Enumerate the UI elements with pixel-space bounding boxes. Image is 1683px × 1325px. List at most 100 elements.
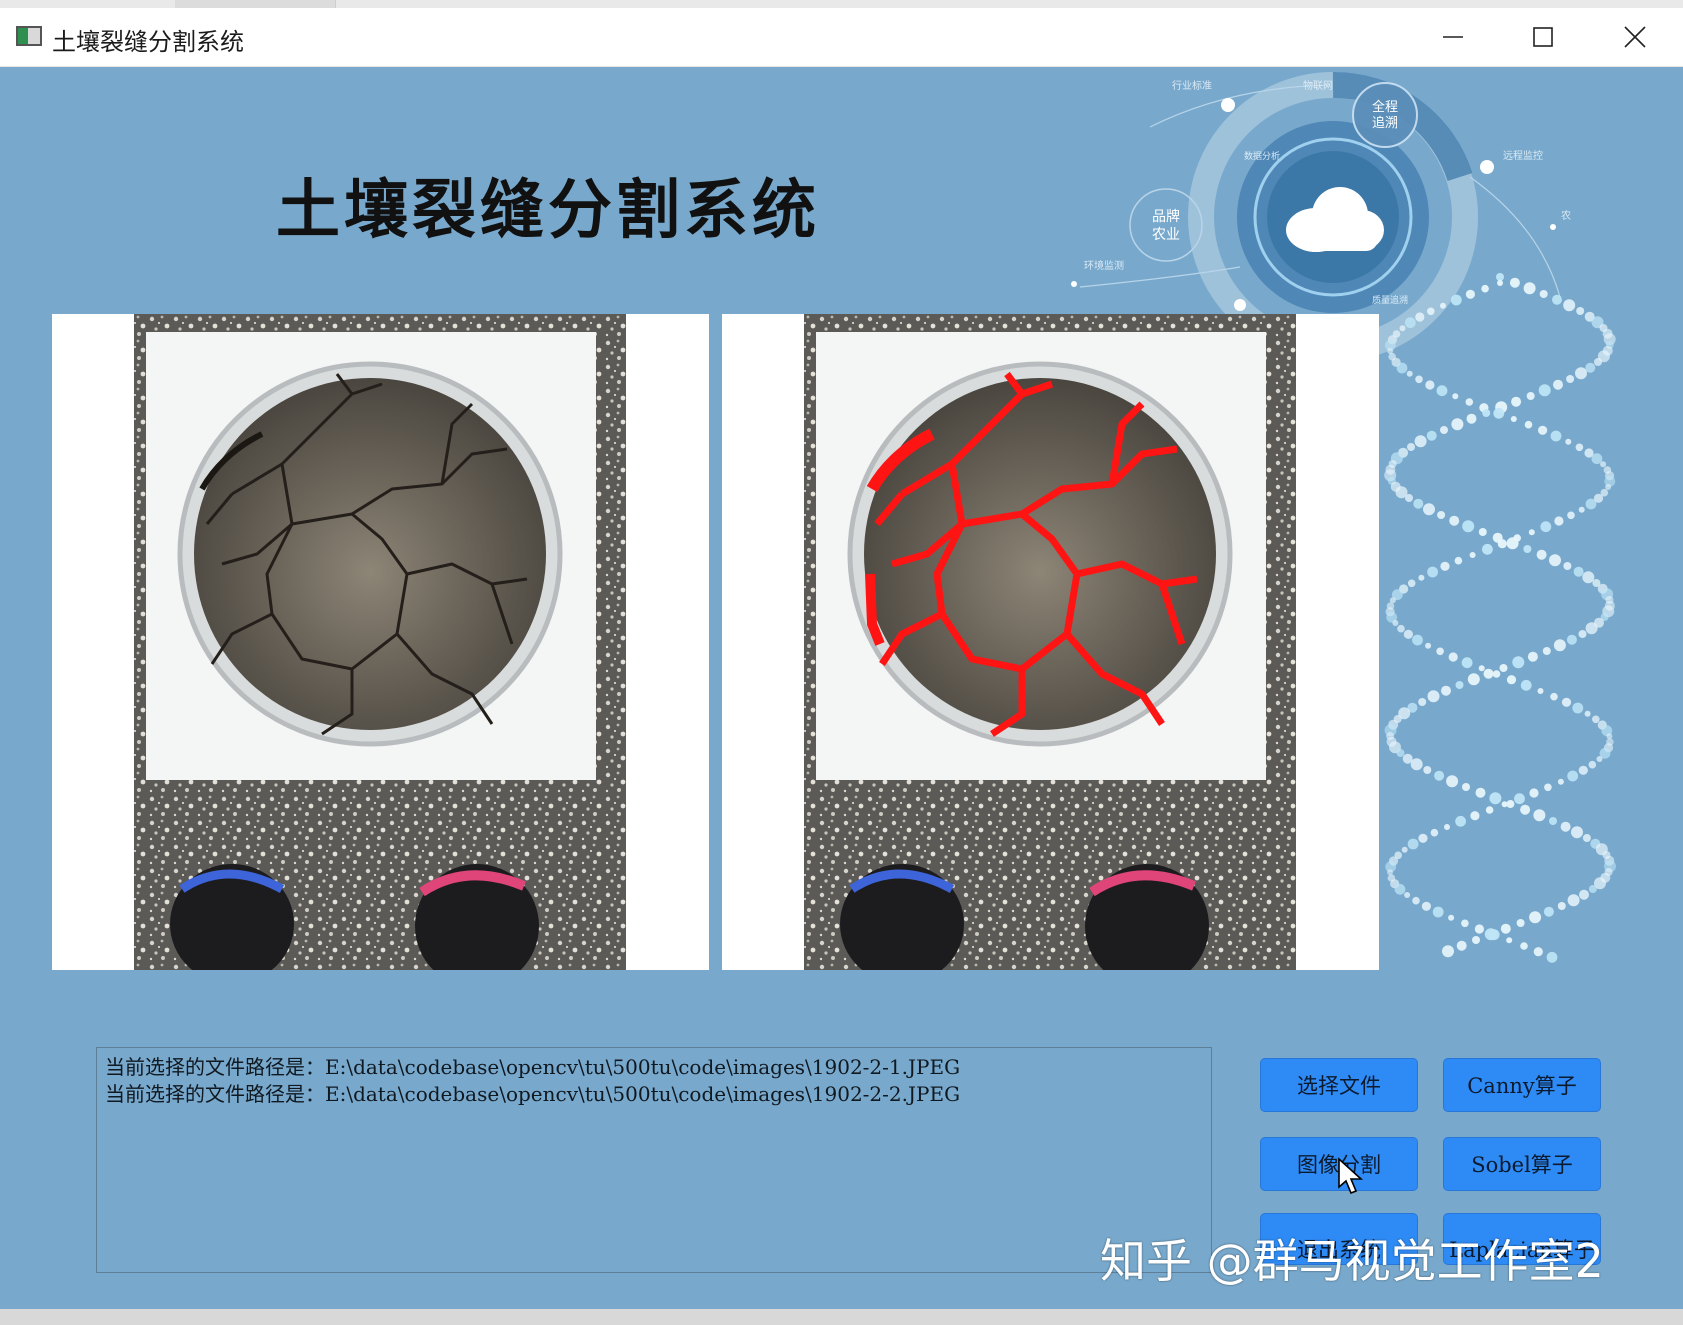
helix-dot — [1482, 409, 1491, 417]
helix-dot — [1526, 392, 1535, 400]
minimize-icon — [1443, 36, 1463, 38]
sobel-button[interactable]: Sobel算子 — [1443, 1137, 1601, 1191]
helix-dot — [1437, 511, 1446, 519]
helix-dot — [1399, 325, 1406, 332]
title-bar[interactable]: 土壤裂缝分割系统 — [0, 8, 1683, 67]
dna-helix-graphic — [1384, 273, 1616, 963]
decor-label-standard: 行业标准 — [1172, 79, 1212, 92]
helix-dot — [1449, 515, 1460, 526]
minimize-button[interactable] — [1408, 8, 1498, 66]
helix-dot — [1549, 817, 1557, 825]
helix-dot — [1582, 571, 1595, 584]
decor-label-data: 数据分析 — [1244, 150, 1280, 162]
helix-dot — [1511, 396, 1522, 407]
helix-dot — [1455, 815, 1466, 827]
helix-dot — [1537, 688, 1544, 694]
helix-dot — [1436, 385, 1448, 397]
helix-dot — [1472, 936, 1480, 944]
helix-dot — [1440, 561, 1450, 571]
helix-dot — [1434, 770, 1445, 781]
decor-label-env: 环境监测 — [1084, 259, 1124, 272]
helix-dot — [1605, 484, 1612, 490]
helix-dot — [1582, 834, 1591, 842]
bottom-strip — [0, 1309, 1683, 1325]
helix-dot — [1538, 425, 1548, 435]
helix-dot — [1403, 629, 1413, 639]
maximize-button[interactable] — [1498, 8, 1588, 66]
helix-dot — [1571, 826, 1583, 839]
center-badge-line1: 全程 — [1372, 99, 1398, 115]
helix-dot — [1543, 906, 1554, 917]
helix-dot — [1462, 520, 1475, 533]
helix-dot — [1527, 651, 1538, 662]
helix-dot — [1418, 833, 1428, 843]
helix-dot — [1516, 919, 1525, 927]
helix-dot — [1430, 828, 1439, 837]
helix-dot — [1550, 692, 1558, 701]
helix-dot — [1591, 453, 1603, 465]
helix-dot — [1436, 647, 1444, 656]
original-soil-image — [134, 314, 626, 970]
helix-dot — [1539, 290, 1548, 298]
helix-dot — [1575, 443, 1584, 452]
helix-dot — [1557, 778, 1564, 785]
helix-dot — [1553, 379, 1563, 390]
helix-dot — [1418, 698, 1427, 706]
top-strip — [0, 0, 1683, 8]
helix-dot — [1536, 549, 1547, 560]
app-icon — [16, 26, 42, 46]
helix-dot — [1588, 885, 1597, 893]
helix-dot — [1573, 566, 1584, 577]
helix-dot — [1401, 846, 1408, 853]
helix-dot — [1413, 498, 1424, 509]
helix-dot — [1484, 928, 1497, 941]
helix-dot — [1426, 430, 1437, 441]
helix-dot — [1550, 430, 1562, 442]
helix-dot — [1514, 793, 1525, 805]
close-icon — [1624, 26, 1646, 48]
helix-dot — [1497, 280, 1503, 286]
helix-dot — [1578, 506, 1585, 513]
helix-dot — [1565, 438, 1572, 445]
helix-dot — [1418, 574, 1425, 581]
helix-dot — [1510, 416, 1517, 422]
select-file-button[interactable]: 选择文件 — [1260, 1058, 1418, 1112]
helix-dot — [1441, 685, 1451, 696]
helix-dot — [1406, 370, 1413, 377]
helix-dot — [1546, 951, 1558, 963]
helix-dot — [1578, 630, 1587, 638]
original-image-panel — [52, 314, 709, 970]
helix-dot — [1475, 787, 1486, 798]
helix-dot — [1465, 289, 1475, 299]
helix-dot — [1592, 715, 1600, 724]
helix-dot — [1442, 945, 1454, 958]
helix-dot — [1523, 545, 1532, 553]
helix-dot — [1533, 809, 1546, 822]
helix-dot — [1466, 413, 1477, 424]
helix-dot — [1567, 770, 1579, 782]
helix-dot — [1452, 393, 1459, 400]
helix-dot — [1506, 675, 1517, 685]
helix-dot — [1405, 494, 1413, 502]
helix-dot — [1444, 824, 1450, 830]
helix-dot — [1584, 710, 1591, 717]
segmented-image-panel — [722, 314, 1379, 970]
helix-dot — [1540, 521, 1552, 533]
file-path-log[interactable]: 当前选择的文件路径是：E:\data\codebase\opencv\tu\50… — [96, 1047, 1212, 1273]
helix-dot — [1485, 806, 1494, 814]
helix-dot — [1520, 679, 1532, 691]
helix-dot — [1509, 277, 1520, 288]
center-badge-line2: 追溯 — [1372, 115, 1398, 131]
close-button[interactable] — [1590, 8, 1680, 66]
helix-dot — [1427, 690, 1440, 703]
background-tab — [175, 0, 336, 8]
helix-dot — [1462, 783, 1470, 791]
helix-dot — [1448, 652, 1458, 662]
page-title: 土壤裂缝分割系统 — [276, 174, 820, 248]
helix-dot — [1415, 312, 1425, 322]
canny-button[interactable]: Canny算子 — [1443, 1058, 1601, 1112]
decor-label-monitor: 远程监控 — [1503, 149, 1543, 162]
helix-dot — [1404, 892, 1411, 898]
helix-dot — [1423, 503, 1435, 516]
decor-label-agri: 农 — [1561, 209, 1571, 222]
